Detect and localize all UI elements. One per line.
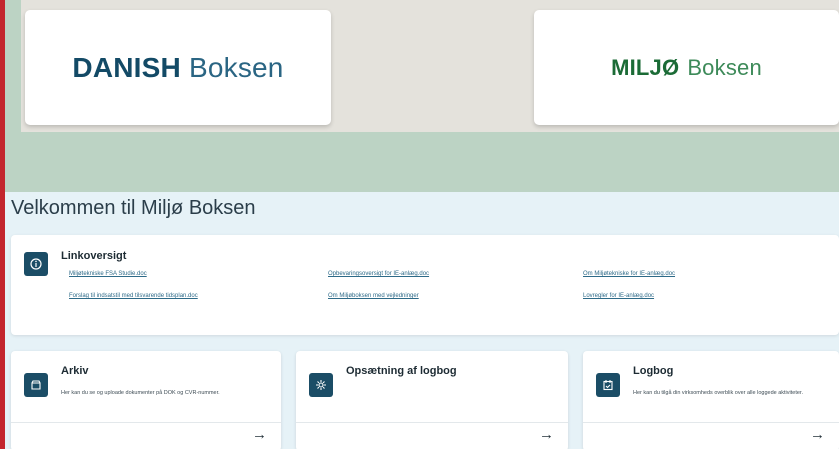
gear-icon [309,373,333,397]
tile-arkiv[interactable]: Arkiv Her kan du se og uploade dokumente… [11,351,281,449]
miljo-logo-light: Boksen [687,54,762,80]
tile-opsaetning-logbog[interactable]: Opsætning af logbog → [296,351,568,449]
tile-arkiv-title: Arkiv [61,365,89,377]
arrow-right-icon[interactable]: → [810,426,825,443]
tile-opsaetning-title: Opsætning af logbog [346,365,457,377]
link-forslag-indsats[interactable]: Forslag til indsatstil med tilsvarende t… [69,293,198,299]
tile-logbog-desc: Her kan du tilgå din virksomheds overbli… [633,390,803,396]
miljo-logo-bold: MILJØ [611,54,680,80]
info-icon [24,252,48,276]
page-title: Velkommen til Miljø Boksen [11,197,256,219]
danish-logo-light: Boksen [188,51,284,83]
tile-divider [11,422,281,423]
link-overview-title: Linkoversigt [61,250,127,262]
miljo-boksen-logo-card[interactable]: MILJØ Boksen [534,10,839,125]
logbook-icon [596,373,620,397]
tile-arkiv-desc: Her kan du se og uploade dokumenter på D… [61,390,220,396]
danish-boksen-logo-card[interactable]: DANISH Boksen [25,10,331,125]
link-overview-card: Linkoversigt Miljøtekniske FSA Studie.do… [11,235,839,335]
link-lovregler[interactable]: Lovregler for IE-anlæg.doc [583,293,654,299]
archive-icon [24,373,48,397]
link-om-miljoboksen[interactable]: Om Miljøboksen med vejledninger [328,293,419,299]
tile-logbog[interactable]: Logbog Her kan du tilgå din virksomheds … [583,351,839,449]
link-miljotekniske-fsa[interactable]: Miljøtekniske FSA Studie.doc [69,271,147,277]
tile-divider [583,422,839,423]
link-opbevaringsoversigt[interactable]: Opbevaringsoversigt for IE-anlæg.doc [328,271,429,277]
arrow-right-icon[interactable]: → [539,426,554,443]
danish-logo-bold: DANISH [72,51,181,83]
arrow-right-icon[interactable]: → [252,426,267,443]
left-accent-rule [0,0,5,449]
tile-divider [296,422,568,423]
link-om-miljotekniske[interactable]: Om Miljøtekniske for IE-anlæg.doc [583,271,675,277]
tile-logbog-title: Logbog [633,365,674,377]
